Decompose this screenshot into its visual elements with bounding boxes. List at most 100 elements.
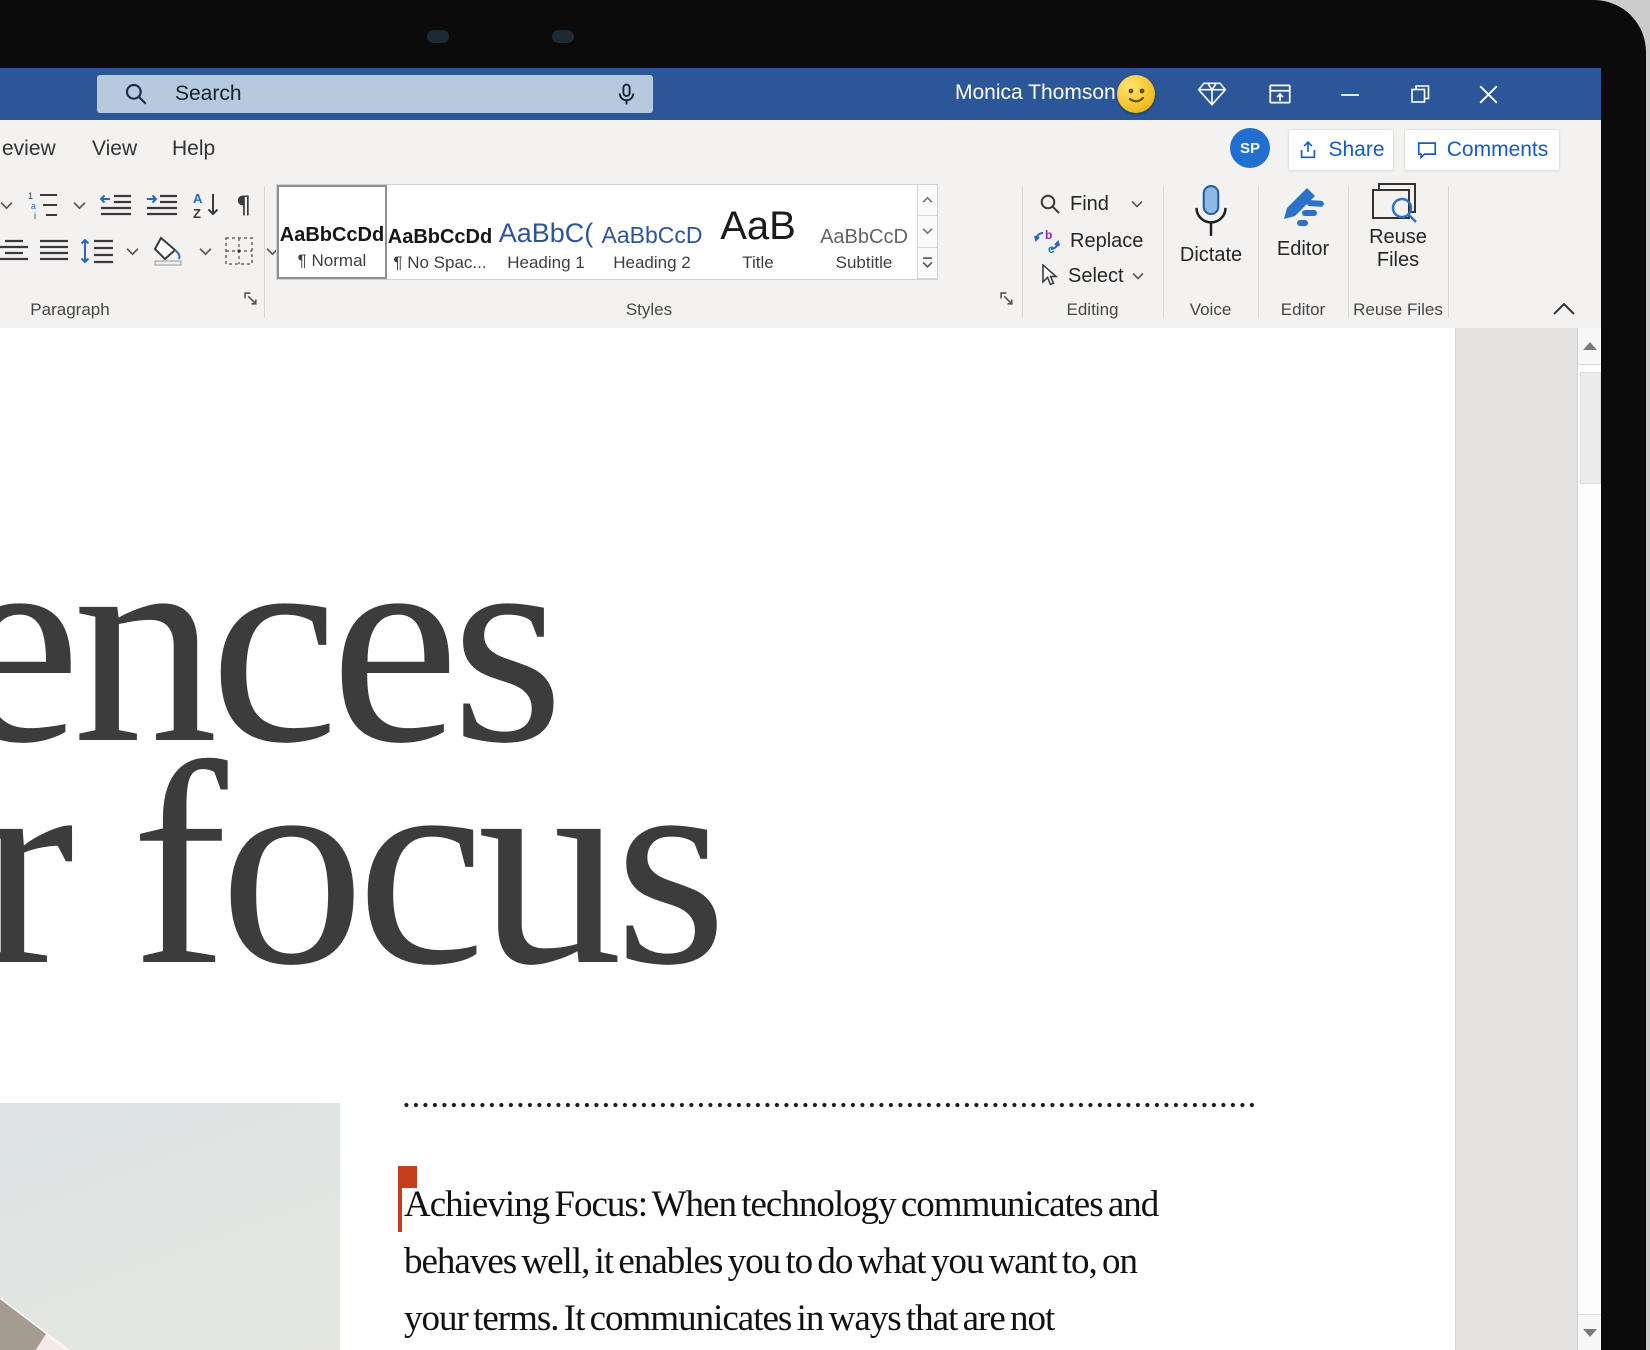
reuse-group-label: Reuse Files: [1348, 300, 1448, 320]
microphone-icon[interactable]: [614, 82, 639, 107]
styles-more-button[interactable]: [918, 248, 937, 279]
tab-view[interactable]: View: [92, 120, 137, 178]
svg-text:1: 1: [28, 191, 33, 201]
dictate-button[interactable]: Dictate: [1170, 184, 1252, 267]
avatar[interactable]: [1117, 75, 1155, 113]
replace-icon: bc: [1034, 228, 1062, 254]
chevron-down-icon[interactable]: [126, 247, 139, 256]
find-button[interactable]: Find: [1038, 192, 1143, 216]
svg-text:a: a: [31, 201, 36, 211]
replace-button[interactable]: bc Replace: [1034, 228, 1143, 254]
reuse-files-icon: [1371, 182, 1425, 226]
ribbon-tab-row: eview View Help SP Share Comments: [0, 120, 1601, 178]
style-heading-2[interactable]: AaBbCcD Heading 2: [599, 185, 705, 279]
minimize-button[interactable]: [1330, 68, 1370, 120]
style-no-spacing[interactable]: AaBbCcDd ¶ No Spac...: [387, 185, 493, 279]
styles-dialog-launcher[interactable]: [1000, 292, 1016, 308]
premium-diamond-icon[interactable]: [1192, 68, 1232, 120]
collaborator-flag-red: [402, 1166, 417, 1188]
editor-pen-icon: [1277, 184, 1329, 236]
device-photo: Search Monica Thomson: [0, 0, 1650, 1350]
body-line: behaves well, it enables you to do what …: [404, 1233, 1158, 1290]
justify-icon[interactable]: [40, 238, 68, 264]
group-separator: [1348, 186, 1349, 318]
styles-scroll-down-button[interactable]: [918, 216, 937, 247]
body-line: your terms. It communicates in ways that…: [404, 1290, 1158, 1347]
dictate-mic-icon: [1188, 184, 1234, 240]
document-canvas[interactable]: ences r focus Achieving Focus: When tech…: [0, 328, 1601, 1350]
presence-badge[interactable]: SP: [1230, 128, 1270, 168]
chevron-down-icon[interactable]: [73, 201, 86, 210]
paragraph-dialog-launcher[interactable]: [244, 292, 260, 308]
page-margin-background: [1455, 328, 1578, 1350]
tab-help[interactable]: Help: [172, 120, 215, 178]
search-icon: [123, 81, 149, 107]
chevron-down-icon: [1132, 272, 1144, 280]
word-window: Search Monica Thomson: [0, 68, 1601, 1350]
line-spacing-icon[interactable]: [80, 237, 114, 265]
vertical-scrollbar[interactable]: [1577, 328, 1601, 1350]
comment-icon: [1416, 139, 1438, 161]
sort-icon[interactable]: AZ: [192, 190, 222, 220]
document-image-building[interactable]: [0, 1103, 340, 1350]
editor-button[interactable]: Editor: [1264, 184, 1342, 261]
comments-button[interactable]: Comments: [1404, 129, 1560, 171]
scroll-down-button[interactable]: [1578, 1314, 1601, 1350]
multilevel-list-icon[interactable]: 1ai: [27, 190, 59, 220]
svg-text:b: b: [1045, 228, 1052, 242]
svg-text:A: A: [193, 191, 203, 206]
scroll-up-button[interactable]: [1578, 328, 1601, 365]
increase-indent-icon[interactable]: [146, 192, 178, 218]
reuse-files-button[interactable]: Reuse Files: [1354, 182, 1442, 272]
borders-icon[interactable]: [224, 236, 254, 266]
body-paragraph: Achieving Focus: When technology communi…: [404, 1176, 1158, 1350]
show-formatting-marks-icon[interactable]: ¶: [236, 191, 251, 219]
style-heading-1[interactable]: AaBbC( Heading 1: [493, 185, 599, 279]
title-bar: Search Monica Thomson: [0, 68, 1601, 120]
select-button[interactable]: Select: [1038, 264, 1144, 288]
editing-group-label: Editing: [1022, 300, 1163, 320]
share-icon: [1297, 139, 1319, 161]
account-name[interactable]: Monica Thomson: [955, 81, 1116, 105]
chevron-down-icon[interactable]: [199, 247, 212, 256]
scroll-down-arrow-icon: [1583, 1329, 1597, 1337]
share-button[interactable]: Share: [1288, 129, 1394, 171]
svg-text:i: i: [34, 211, 36, 220]
decrease-indent-icon[interactable]: [100, 192, 132, 218]
align-center-icon[interactable]: [0, 238, 28, 264]
group-separator: [1448, 186, 1449, 318]
style-subtitle[interactable]: AaBbCcD Subtitle: [811, 185, 917, 279]
camera-dot: [552, 30, 574, 43]
search-input[interactable]: Search: [97, 75, 653, 113]
chevron-down-icon[interactable]: [0, 201, 13, 210]
document-heading-line2: r focus: [0, 720, 719, 1010]
style-normal[interactable]: AaBbCcDd ¶ Normal: [277, 185, 387, 279]
group-separator: [1258, 186, 1259, 318]
ribbon-display-options-button[interactable]: [1260, 68, 1300, 120]
camera-dot: [427, 30, 449, 43]
group-separator: [1022, 186, 1023, 318]
paragraph-group-row1: 1ai AZ ¶: [0, 190, 251, 220]
collapse-ribbon-icon[interactable]: [1552, 302, 1576, 316]
voice-group-label: Voice: [1163, 300, 1258, 320]
section-divider-dotted: [404, 1102, 1257, 1108]
styles-group-label: Styles: [276, 300, 1022, 320]
restore-button[interactable]: [1400, 68, 1440, 120]
shading-icon[interactable]: [151, 236, 187, 266]
chevron-down-icon: [1131, 200, 1143, 208]
scrollbar-thumb[interactable]: [1580, 372, 1601, 484]
svg-text:Z: Z: [193, 206, 201, 220]
group-separator: [264, 186, 265, 318]
scroll-up-arrow-icon: [1583, 342, 1597, 350]
editor-group-label: Editor: [1258, 300, 1348, 320]
ribbon: 1ai AZ ¶: [0, 178, 1601, 329]
find-icon: [1038, 192, 1062, 216]
group-separator: [1163, 186, 1164, 318]
style-title[interactable]: AaB Title: [705, 185, 811, 279]
tab-review[interactable]: eview: [2, 120, 56, 178]
styles-gallery: AaBbCcDd ¶ Normal AaBbCcDd ¶ No Spac... …: [276, 184, 938, 280]
search-placeholder: Search: [175, 82, 242, 106]
styles-scroll-up-button[interactable]: [918, 185, 937, 216]
styles-gallery-scroll: [917, 185, 937, 279]
close-button[interactable]: [1468, 68, 1508, 120]
